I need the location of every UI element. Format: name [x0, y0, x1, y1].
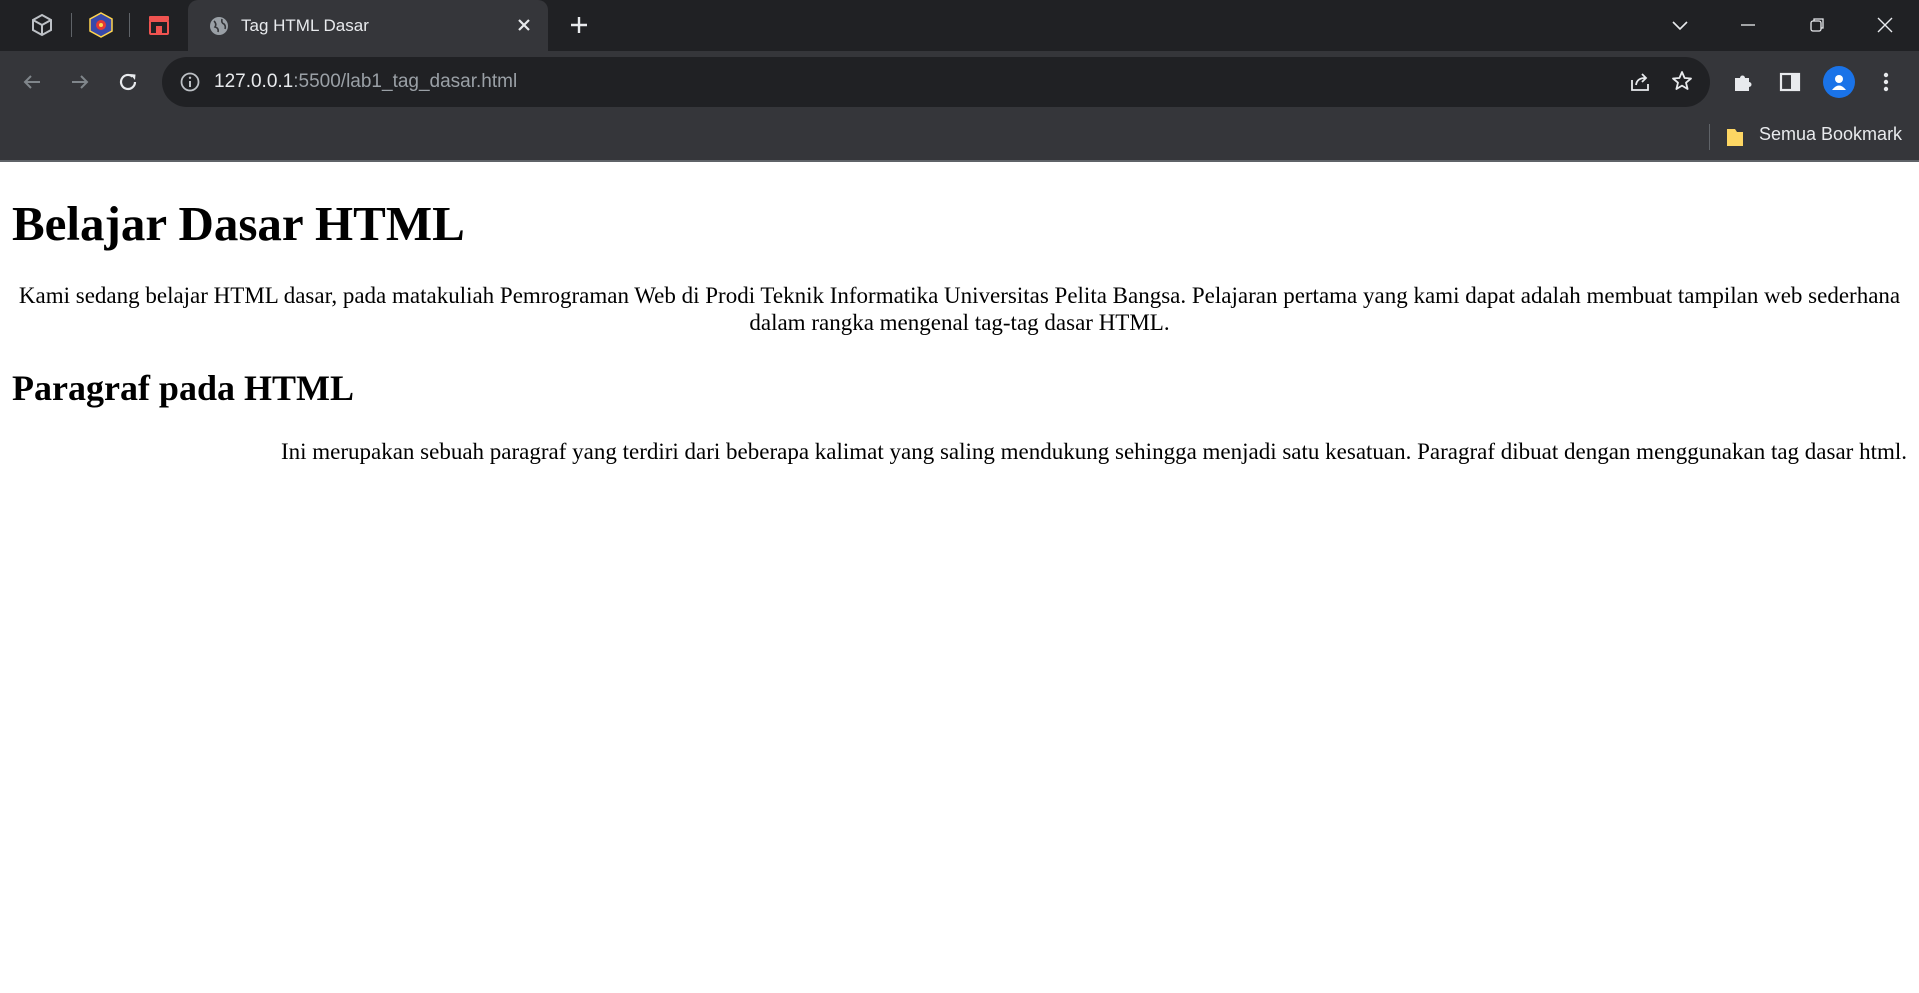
new-tab-icon[interactable] — [567, 13, 591, 37]
tab-separator — [71, 13, 72, 37]
pinned-tab-3[interactable] — [137, 7, 181, 43]
page-content: Belajar Dasar HTML Kami sedang belajar H… — [0, 162, 1919, 993]
tab-separator — [129, 13, 130, 37]
browser-toolbar: 127.0.0.1:5500/lab1_tag_dasar.html — [0, 51, 1919, 112]
store-icon — [149, 16, 169, 35]
profile-button[interactable] — [1822, 65, 1856, 99]
folder-icon[interactable] — [1725, 126, 1745, 148]
pinned-tab-1[interactable] — [20, 7, 64, 43]
menu-button[interactable] — [1869, 65, 1903, 99]
site-info-icon[interactable] — [179, 71, 201, 93]
url-host: 127.0.0.1 — [214, 71, 294, 92]
address-bar[interactable]: 127.0.0.1:5500/lab1_tag_dasar.html — [162, 57, 1710, 107]
cube-icon — [32, 13, 52, 37]
minimize-icon — [1741, 24, 1755, 26]
side-panel-icon — [1779, 72, 1801, 92]
puzzle-icon — [1735, 75, 1752, 91]
tab-title: Tag HTML Dasar — [241, 16, 369, 35]
side-panel-button[interactable] — [1773, 65, 1807, 99]
bookmarks-bar: Semua Bookmark — [0, 112, 1919, 162]
arrow-right-icon — [72, 75, 89, 89]
back-button[interactable] — [15, 65, 49, 99]
globe-icon — [210, 17, 228, 35]
avatar — [1823, 66, 1855, 98]
body-paragraph: Ini merupakan sebuah paragraf yang terdi… — [280, 439, 1907, 464]
close-window-button[interactable] — [1870, 10, 1900, 40]
tab-search-button[interactable] — [1665, 10, 1695, 40]
address-url: 127.0.0.1:5500/lab1_tag_dasar.html — [214, 71, 517, 93]
restore-button[interactable] — [1802, 10, 1832, 40]
arrow-left-icon — [23, 75, 40, 89]
share-icon[interactable] — [1628, 70, 1652, 94]
section-heading: Paragraf pada HTML — [12, 368, 354, 408]
minimize-button[interactable] — [1733, 10, 1763, 40]
close-tab-icon[interactable] — [514, 15, 534, 35]
tab-strip: Tag HTML Dasar — [0, 0, 1919, 51]
reload-button[interactable] — [111, 65, 145, 99]
extensions-button[interactable] — [1726, 65, 1760, 99]
chevron-down-icon — [1672, 21, 1688, 31]
intro-paragraph: Kami sedang belajar HTML dasar, pada mat… — [18, 283, 1901, 335]
bookmarks-separator — [1709, 124, 1710, 150]
person-icon — [1832, 75, 1846, 90]
all-bookmarks-link[interactable]: Semua Bookmark — [1759, 124, 1902, 145]
close-icon — [1877, 17, 1893, 33]
university-crest-icon — [89, 12, 113, 38]
pinned-tab-2[interactable] — [79, 7, 123, 43]
url-path: :5500/lab1_tag_dasar.html — [293, 71, 518, 92]
restore-icon — [1810, 18, 1824, 32]
reload-icon — [119, 73, 137, 91]
bookmark-star-icon[interactable] — [1670, 69, 1694, 93]
forward-button[interactable] — [63, 65, 97, 99]
more-vertical-icon — [1883, 72, 1889, 92]
tab-active[interactable]: Tag HTML Dasar — [188, 0, 548, 51]
page-heading: Belajar Dasar HTML — [12, 196, 465, 251]
